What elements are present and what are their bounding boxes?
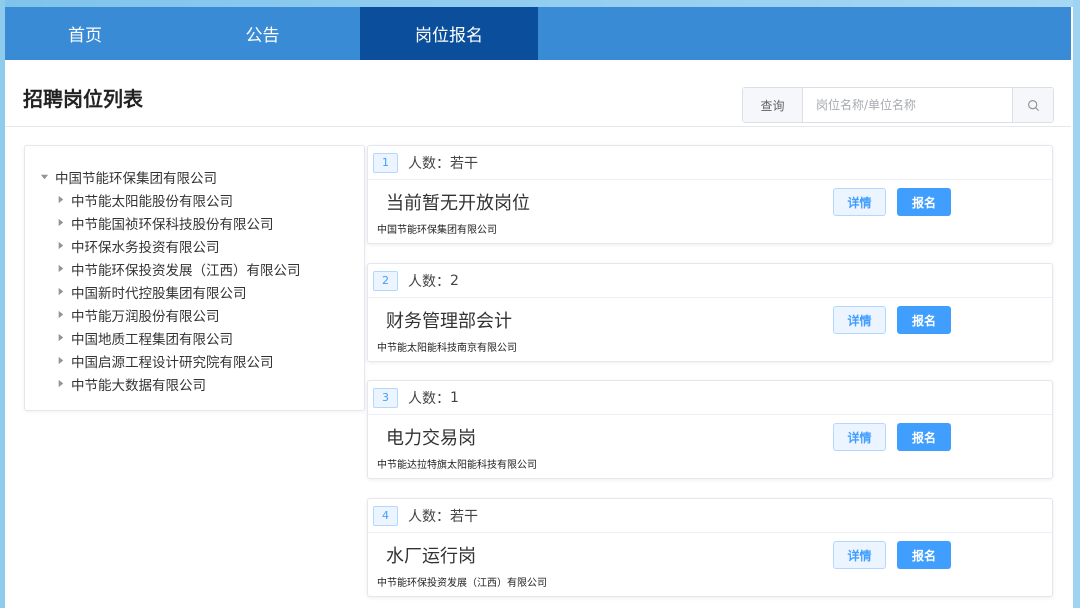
- tree-node-label: 中节能环保投资发展（江西）有限公司: [71, 262, 301, 279]
- caret-right-icon[interactable]: [56, 195, 71, 204]
- job-company: 中国节能环保集团有限公司: [377, 225, 497, 236]
- tree-node-label: 中节能万润股份有限公司: [71, 308, 220, 325]
- caret-down-icon[interactable]: [40, 172, 55, 181]
- tree-node-root[interactable]: 中国节能环保集团有限公司: [25, 165, 364, 188]
- caret-right-icon[interactable]: [56, 264, 71, 273]
- tree-node[interactable]: 中国地质工程集团有限公司: [25, 326, 364, 349]
- caret-right-icon[interactable]: [56, 241, 71, 250]
- tree-node[interactable]: 中环保水务投资有限公司: [25, 234, 364, 257]
- caret-right-icon[interactable]: [56, 333, 71, 342]
- job-card: 1 人数： 若干 当前暂无开放岗位 中国节能环保集团有限公司 详情 报名: [367, 145, 1053, 244]
- detail-button[interactable]: 详情: [833, 423, 886, 451]
- nav-item-job-application[interactable]: 岗位报名: [360, 7, 538, 60]
- caret-right-icon[interactable]: [56, 218, 71, 227]
- headcount-label: 人数：: [408, 508, 450, 525]
- headcount-label: 人数：: [408, 390, 450, 407]
- caret-right-icon[interactable]: [56, 287, 71, 296]
- job-title: 财务管理部会计: [386, 311, 512, 332]
- tree-node-label: 中节能大数据有限公司: [71, 377, 206, 394]
- caret-right-icon[interactable]: [56, 379, 71, 388]
- job-company: 中节能太阳能科技南京有限公司: [377, 343, 517, 354]
- tree-node[interactable]: 中国启源工程设计研究院有限公司: [25, 349, 364, 372]
- tree-node[interactable]: 中国新时代控股集团有限公司: [25, 280, 364, 303]
- headcount-label: 人数：: [408, 273, 450, 290]
- detail-button[interactable]: 详情: [833, 306, 886, 334]
- job-index-badge: 1: [373, 152, 398, 173]
- search-button[interactable]: [1012, 88, 1053, 122]
- tree-node-label: 中环保水务投资有限公司: [71, 239, 220, 256]
- job-card-header: 1 人数： 若干: [368, 146, 1052, 180]
- search-icon: [1027, 99, 1039, 111]
- headcount-value: 若干: [450, 508, 478, 525]
- job-index-badge: 2: [373, 270, 398, 291]
- job-card: 2 人数： 2 财务管理部会计 中节能太阳能科技南京有限公司 详情 报名: [367, 263, 1053, 362]
- window-frame-right: [1073, 0, 1080, 608]
- search-bar: 查询: [742, 87, 1054, 123]
- nav-item-label: 岗位报名: [415, 26, 483, 46]
- job-card: 3 人数： 1 电力交易岗 中节能达拉特旗太阳能科技有限公司 详情 报名: [367, 380, 1053, 479]
- job-card-header: 2 人数： 2: [368, 264, 1052, 298]
- top-nav: 首页 公告 岗位报名: [5, 7, 1071, 60]
- headcount-value: 若干: [450, 155, 478, 172]
- nav-item-home[interactable]: 首页: [5, 7, 165, 60]
- window-frame-top: [0, 0, 1080, 7]
- caret-right-icon[interactable]: [56, 310, 71, 319]
- tree-node[interactable]: 中节能太阳能股份有限公司: [25, 188, 364, 211]
- nav-item-label: 首页: [68, 26, 102, 46]
- job-company: 中节能达拉特旗太阳能科技有限公司: [377, 460, 537, 471]
- job-card-header: 4 人数： 若干: [368, 499, 1052, 533]
- window-frame-left: [0, 0, 5, 608]
- org-tree: 中国节能环保集团有限公司 中节能太阳能股份有限公司 中节能国祯环保科技股份有限公…: [24, 145, 365, 411]
- detail-button[interactable]: 详情: [833, 188, 886, 216]
- tree-node[interactable]: 中节能环保投资发展（江西）有限公司: [25, 257, 364, 280]
- search-label: 查询: [743, 88, 803, 122]
- tree-node-label: 中节能太阳能股份有限公司: [71, 193, 233, 210]
- nav-item-announcements[interactable]: 公告: [165, 7, 360, 60]
- apply-button[interactable]: 报名: [897, 306, 951, 334]
- apply-button[interactable]: 报名: [897, 188, 951, 216]
- detail-button[interactable]: 详情: [833, 541, 886, 569]
- nav-item-label: 公告: [245, 26, 280, 46]
- tree-node-label: 中国地质工程集团有限公司: [71, 331, 233, 348]
- tree-node[interactable]: 中节能国祯环保科技股份有限公司: [25, 211, 364, 234]
- headcount-label: 人数：: [408, 155, 450, 172]
- job-card: 4 人数： 若干 水厂运行岗 中节能环保投资发展（江西）有限公司 详情 报名: [367, 498, 1053, 597]
- apply-button[interactable]: 报名: [897, 541, 951, 569]
- job-title: 水厂运行岗: [386, 546, 476, 567]
- job-index-badge: 3: [373, 387, 398, 408]
- tree-node-label: 中国节能环保集团有限公司: [55, 170, 217, 187]
- headcount-value: 2: [450, 272, 459, 289]
- page-title: 招聘岗位列表: [23, 87, 143, 111]
- tree-node[interactable]: 中节能万润股份有限公司: [25, 303, 364, 326]
- tree-node-label: 中国启源工程设计研究院有限公司: [71, 354, 274, 371]
- apply-button[interactable]: 报名: [897, 423, 951, 451]
- job-company: 中节能环保投资发展（江西）有限公司: [377, 578, 547, 589]
- headcount-value: 1: [450, 389, 459, 406]
- tree-node[interactable]: 中节能大数据有限公司: [25, 372, 364, 395]
- header-divider: [5, 126, 1071, 127]
- job-card-header: 3 人数： 1: [368, 381, 1052, 415]
- job-title: 电力交易岗: [386, 428, 476, 449]
- tree-node-label: 中节能国祯环保科技股份有限公司: [71, 216, 274, 233]
- caret-right-icon[interactable]: [56, 356, 71, 365]
- job-index-badge: 4: [373, 505, 398, 526]
- job-title: 当前暂无开放岗位: [386, 193, 530, 214]
- search-input[interactable]: [803, 88, 1012, 122]
- tree-node-label: 中国新时代控股集团有限公司: [71, 285, 247, 302]
